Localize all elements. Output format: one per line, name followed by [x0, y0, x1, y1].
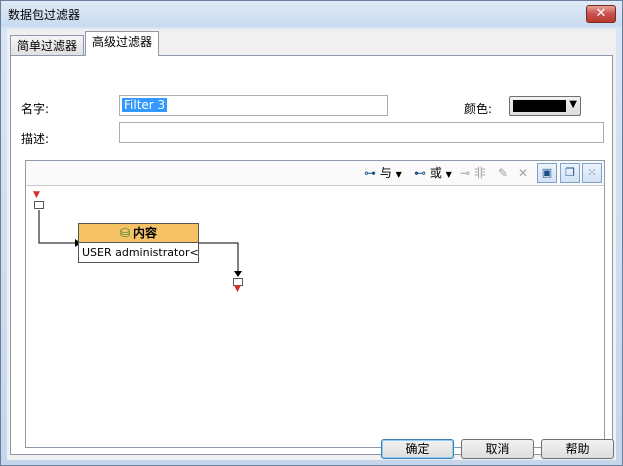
filter-diagram-editor[interactable]: ⊶ 与 ▼ ⊷ 或 ▼ ⊸ 非 ✎ ✕ ▣ ❐ ⁙ ▼ ⛁ 内容 USER ad… [25, 160, 605, 448]
name-input-value: Filter 3 [122, 98, 168, 112]
or-label: 或 [429, 166, 442, 180]
window-title: 数据包过滤器 [8, 8, 81, 22]
tab-simple-filter[interactable]: 简单过滤器 [10, 35, 85, 55]
edit-button[interactable]: ✎ [498, 164, 508, 182]
name-input[interactable]: Filter 3 [119, 95, 388, 116]
output-connector [199, 242, 239, 271]
copy-layout-icon: ❐ [565, 166, 575, 179]
node-header: ⛁ 内容 [79, 224, 198, 243]
output-arrow-icon: ▼ [234, 284, 241, 294]
packet-filter-dialog: 数据包过滤器 ✕ 简单过滤器 高级过滤器 名字: Filter 3 颜色: ▼ … [0, 0, 623, 466]
not-node-icon: ⊸ [460, 166, 471, 180]
advanced-filter-panel: 名字: Filter 3 颜色: ▼ 描述: ⊶ 与 ▼ ⊷ 或 ▼ ⊸ 非 ✎… [10, 55, 613, 455]
layout-button-3[interactable]: ⁙ [582, 163, 602, 183]
color-label: 颜色: [464, 102, 493, 116]
input-port[interactable] [34, 201, 44, 209]
help-button[interactable]: 帮助 [541, 439, 614, 459]
input-arrow-icon: ▼ [33, 190, 40, 200]
or-button[interactable]: ⊷ 或 ▼ [414, 164, 452, 182]
and-button[interactable]: ⊶ 与 ▼ [364, 164, 402, 182]
close-button[interactable]: ✕ [586, 5, 616, 23]
layout-button-1[interactable]: ▣ [537, 163, 557, 183]
delete-x-icon: ✕ [518, 166, 529, 180]
input-connector [38, 210, 75, 244]
not-label: 非 [473, 166, 486, 180]
name-label: 名字: [21, 102, 50, 116]
delete-button[interactable]: ✕ [518, 164, 528, 182]
or-node-icon: ⊷ [414, 166, 426, 180]
dialog-client-area: 简单过滤器 高级过滤器 名字: Filter 3 颜色: ▼ 描述: ⊶ 与 ▼ [7, 29, 616, 460]
content-node-icon: ⛁ [119, 226, 131, 240]
color-swatch [513, 100, 566, 112]
description-input[interactable] [119, 122, 604, 143]
diagram-toolbar: ⊶ 与 ▼ ⊷ 或 ▼ ⊸ 非 ✎ ✕ ▣ ❐ ⁙ [26, 161, 604, 186]
and-label: 与 [379, 166, 392, 180]
chevron-down-icon: ▼ [569, 99, 577, 110]
pencil-icon: ✎ [498, 166, 509, 180]
color-dropdown[interactable]: ▼ [509, 96, 581, 116]
description-label: 描述: [21, 132, 50, 146]
layout-grid-icon: ▣ [541, 166, 553, 179]
dotted-grid-icon: ⁙ [587, 166, 597, 179]
node-title: 内容 [133, 226, 158, 240]
tab-advanced-filter[interactable]: 高级过滤器 [85, 31, 160, 56]
layout-button-2[interactable]: ❐ [560, 163, 580, 183]
node-condition-text: USER administrator<C... [82, 246, 198, 259]
output-arrowhead [234, 271, 242, 277]
dropdown-arrow-icon: ▼ [445, 170, 452, 179]
and-node-icon: ⊶ [364, 166, 376, 180]
not-button[interactable]: ⊸ 非 [460, 164, 486, 182]
ok-button[interactable]: 确定 [381, 439, 454, 459]
dropdown-arrow-icon: ▼ [395, 170, 402, 179]
cancel-button[interactable]: 取消 [461, 439, 534, 459]
close-icon: ✕ [595, 6, 607, 21]
title-bar: 数据包过滤器 ✕ [1, 1, 622, 27]
content-filter-node[interactable]: ⛁内容 USER administrator<C... [78, 223, 199, 263]
